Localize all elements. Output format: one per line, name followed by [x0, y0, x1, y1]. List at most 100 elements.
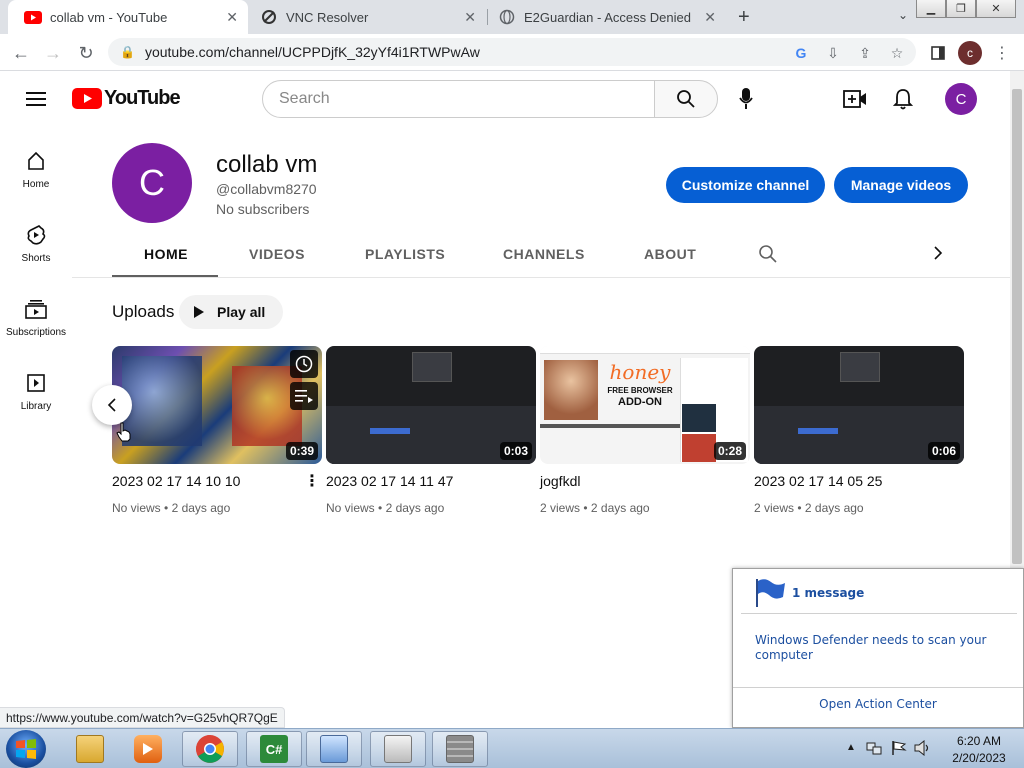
- tab-vnc-resolver[interactable]: VNC Resolver ✕: [244, 0, 486, 34]
- start-button[interactable]: [6, 730, 46, 768]
- close-tab-icon[interactable]: ✕: [464, 9, 476, 26]
- firewall-taskbar-button[interactable]: [432, 731, 488, 767]
- media-player-taskbar-button[interactable]: [120, 731, 176, 767]
- control-panel-taskbar-button[interactable]: [306, 731, 362, 767]
- watch-later-clock-icon[interactable]: [290, 350, 318, 378]
- tab-search-icon[interactable]: ⌄: [898, 8, 908, 22]
- play-all-button[interactable]: Play all: [179, 295, 283, 329]
- windows-logo-icon: [16, 739, 36, 759]
- manage-videos-button[interactable]: Manage videos: [834, 167, 968, 203]
- new-tab-button[interactable]: +: [738, 6, 750, 29]
- search-icon: [677, 90, 695, 108]
- channel-avatar[interactable]: C: [112, 143, 192, 223]
- media-player-icon: [134, 735, 162, 763]
- install-app-icon[interactable]: ⇩: [824, 44, 842, 62]
- video-metadata: No views • 2 days ago: [112, 501, 231, 515]
- volume-icon[interactable]: [914, 739, 932, 761]
- folder-icon: [76, 735, 104, 763]
- tab-about[interactable]: ABOUT: [644, 246, 696, 262]
- minimize-button[interactable]: ▁: [916, 0, 946, 18]
- video-metadata: No views • 2 days ago: [326, 501, 445, 515]
- search-input[interactable]: Search: [262, 80, 655, 118]
- add-to-queue-icon[interactable]: [290, 382, 318, 410]
- clock-time[interactable]: 6:20 AM: [944, 734, 1014, 748]
- control-panel-icon: [320, 735, 348, 763]
- customize-channel-button[interactable]: Customize channel: [666, 167, 825, 203]
- restore-button[interactable]: ❐: [946, 0, 976, 18]
- clock-date[interactable]: 2/20/2023: [944, 751, 1014, 765]
- action-center-notification[interactable]: 1 message Windows Defender needs to scan…: [732, 568, 1024, 728]
- address-bar[interactable]: 🔒 youtube.com/channel/UCPPDjfK_32yYf4i1R…: [108, 38, 916, 66]
- tab-e2guardian[interactable]: E2Guardian - Access Denied ✕: [482, 0, 726, 34]
- video-metadata: 2 views • 2 days ago: [754, 501, 864, 515]
- bookmark-star-icon[interactable]: ☆: [888, 44, 906, 62]
- close-tab-icon[interactable]: ✕: [226, 9, 238, 26]
- guide-item-library[interactable]: Library: [0, 371, 72, 412]
- share-icon[interactable]: ⇪: [856, 44, 874, 62]
- guide-item-subscriptions[interactable]: Subscriptions: [0, 297, 72, 338]
- account-avatar[interactable]: C: [945, 83, 977, 115]
- guide-label: Library: [20, 401, 52, 412]
- tab-youtube[interactable]: collab vm - YouTube ✕: [8, 0, 248, 34]
- tab-videos[interactable]: VIDEOS: [249, 246, 305, 262]
- youtube-logo-icon: [72, 88, 102, 109]
- window-taskbar-button[interactable]: [370, 731, 426, 767]
- video-title[interactable]: jogfkdl: [540, 473, 580, 489]
- create-video-icon[interactable]: [843, 87, 867, 111]
- uploads-heading[interactable]: Uploads: [112, 302, 174, 322]
- explorer-taskbar-button[interactable]: [62, 731, 118, 767]
- tab-title: VNC Resolver: [286, 9, 369, 25]
- tab-channels[interactable]: CHANNELS: [503, 246, 585, 262]
- notification-message[interactable]: Windows Defender needs to scan your comp…: [755, 633, 1005, 663]
- microphone-icon[interactable]: [734, 87, 758, 111]
- network-icon[interactable]: [866, 740, 882, 756]
- video-thumbnail[interactable]: honey FREE BROWSER ADD-ON 0:28: [540, 346, 750, 464]
- chrome-icon: [196, 735, 224, 763]
- video-thumbnail[interactable]: 0:06: [754, 346, 964, 464]
- open-action-center-link[interactable]: Open Action Center: [733, 697, 1023, 711]
- tab-home[interactable]: HOME: [144, 246, 188, 262]
- chrome-taskbar-button[interactable]: [182, 731, 238, 767]
- profile-avatar[interactable]: c: [958, 41, 982, 65]
- youtube-logo[interactable]: YouTube: [72, 87, 181, 110]
- video-title[interactable]: 2023 02 17 14 05 25: [754, 473, 882, 489]
- guide-item-home[interactable]: Home: [0, 149, 72, 190]
- notifications-bell-icon[interactable]: [891, 87, 915, 111]
- close-window-button[interactable]: ✕: [976, 0, 1016, 18]
- search-button[interactable]: [654, 80, 718, 118]
- csharp-taskbar-button[interactable]: C#: [246, 731, 302, 767]
- video-thumbnail[interactable]: 0:39: [112, 346, 322, 464]
- tabs-next-chevron-icon[interactable]: [933, 246, 943, 265]
- side-panel-icon[interactable]: [927, 42, 949, 64]
- video-thumbnail[interactable]: 0:03: [326, 346, 536, 464]
- library-icon: [24, 371, 48, 395]
- forward-button[interactable]: →: [42, 42, 64, 64]
- back-button[interactable]: ←: [10, 42, 32, 64]
- guide-item-shorts[interactable]: Shorts: [0, 223, 72, 264]
- video-title[interactable]: 2023 02 17 14 10 10: [112, 473, 240, 489]
- show-hidden-icons-arrow-icon[interactable]: ▲: [846, 742, 856, 753]
- action-center-flag-icon[interactable]: [891, 740, 907, 761]
- video-menu-icon[interactable]: ⋮: [304, 471, 320, 491]
- browser-menu-icon[interactable]: ⋮: [991, 42, 1013, 64]
- channel-search-icon[interactable]: [758, 244, 778, 269]
- video-title[interactable]: 2023 02 17 14 11 47: [326, 473, 453, 489]
- window-controls: ▁ ❐ ✕: [916, 0, 1016, 18]
- subscriptions-icon: [24, 297, 48, 321]
- video-metadata: 2 views • 2 days ago: [540, 501, 650, 515]
- vnc-favicon-icon: [260, 8, 278, 26]
- shelf-previous-button[interactable]: [92, 385, 132, 425]
- flag-icon: [753, 577, 787, 613]
- scrollbar-thumb[interactable]: [1012, 89, 1022, 564]
- close-tab-icon[interactable]: ✕: [704, 9, 716, 26]
- tab-playlists[interactable]: PLAYLISTS: [365, 246, 445, 262]
- hand-cursor-icon: [116, 422, 132, 447]
- hamburger-menu-icon[interactable]: [24, 87, 48, 111]
- notification-count[interactable]: 1 message: [792, 586, 864, 600]
- windows-taskbar: C# ▲ 6:20 AM 2/20/2023: [0, 728, 1024, 768]
- reload-button[interactable]: ↻: [75, 42, 97, 64]
- youtube-masthead: YouTube Search C: [0, 71, 1010, 127]
- google-lens-icon[interactable]: G: [792, 44, 810, 62]
- video-duration: 0:06: [927, 442, 960, 460]
- home-icon: [24, 149, 48, 173]
